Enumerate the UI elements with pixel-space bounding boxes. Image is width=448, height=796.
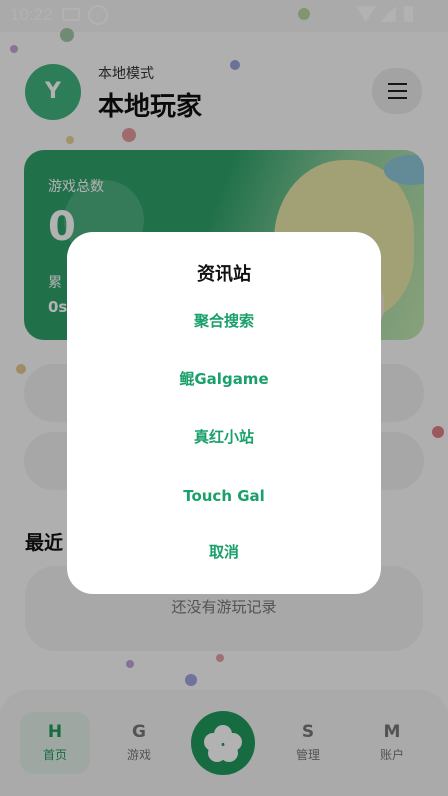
option-touch-gal[interactable]: Touch Gal [67, 481, 381, 511]
option-kun-galgame[interactable]: 鲲Galgame [67, 364, 381, 394]
dialog-title: 资讯站 [197, 264, 251, 285]
cancel-button[interactable]: 取消 [67, 537, 381, 567]
option-aggregate-search[interactable]: 聚合搜索 [67, 306, 381, 336]
news-site-dialog: 资讯站 聚合搜索 鲲Galgame 真红小站 Touch Gal 取消 [67, 232, 381, 594]
option-zhenhong-site[interactable]: 真红小站 [67, 422, 381, 452]
